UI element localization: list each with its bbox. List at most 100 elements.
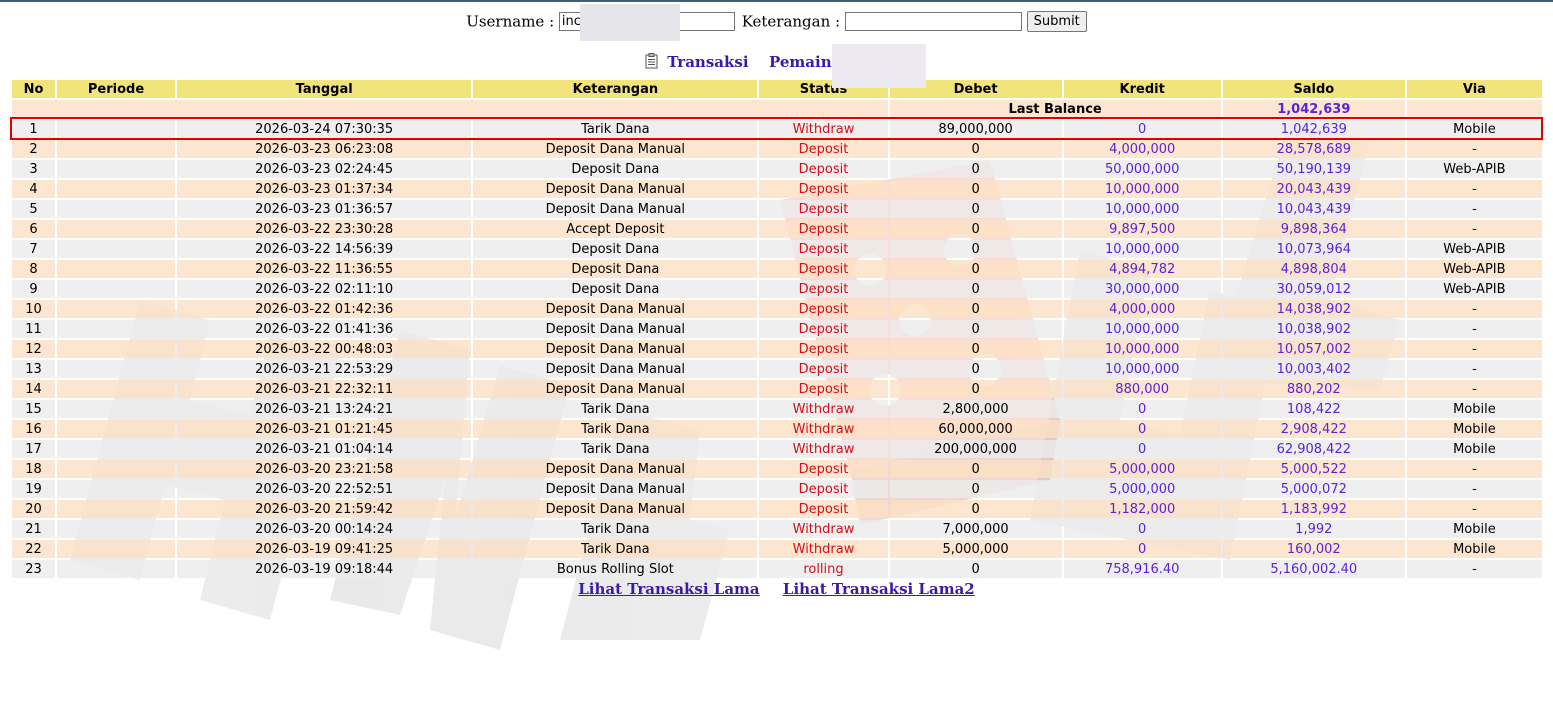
- cell-kredit: 4,000,000: [1063, 140, 1221, 158]
- table-row: 14 2026-03-21 22:32:11 Deposit Dana Manual…: [12, 380, 1542, 398]
- cell-periode: [57, 460, 176, 478]
- cell-status: Deposit: [759, 300, 888, 318]
- cell-kredit: 0: [1063, 540, 1221, 558]
- cell-periode: [57, 540, 176, 558]
- cell-periode: [57, 140, 176, 158]
- cell-via: -: [1406, 140, 1542, 158]
- cell-debet: 200,000,000: [889, 440, 1062, 458]
- cell-status: Deposit: [759, 340, 888, 358]
- cell-kredit: 758,916.40: [1063, 560, 1221, 578]
- cell-via: Web-APIB: [1406, 260, 1542, 278]
- old-transactions-2-link[interactable]: Lihat Transaksi Lama2: [783, 580, 975, 598]
- cell-debet: 0: [889, 320, 1062, 338]
- cell-kredit: 5,000,000: [1063, 480, 1221, 498]
- cell-no: 4: [12, 180, 56, 198]
- cell-status: Deposit: [759, 460, 888, 478]
- cell-saldo: 20,043,439: [1222, 180, 1405, 198]
- cell-kredit: 880,000: [1063, 380, 1221, 398]
- cell-status: Withdraw: [759, 440, 888, 458]
- cell-kredit: 0: [1063, 400, 1221, 418]
- cell-via: -: [1406, 500, 1542, 518]
- table-row: 6 2026-03-22 23:30:28 Accept Deposit Deposi…: [12, 220, 1542, 238]
- cell-keterangan: Tarik Dana: [473, 520, 758, 538]
- table-row: 10 2026-03-22 01:42:36 Deposit Dana Manual…: [12, 300, 1542, 318]
- cell-debet: 0: [889, 500, 1062, 518]
- cell-tanggal: 2026-03-22 23:30:28: [177, 220, 472, 238]
- cell-debet: 0: [889, 460, 1062, 478]
- cell-saldo: 1,992: [1222, 520, 1405, 538]
- cell-saldo: 10,003,402: [1222, 360, 1405, 378]
- table-row: 23 2026-03-19 09:18:44 Bonus Rolling Slot r…: [12, 560, 1542, 578]
- cell-debet: 0: [889, 260, 1062, 278]
- cell-keterangan: Deposit Dana Manual: [473, 320, 758, 338]
- table-row: 5 2026-03-23 01:36:57 Deposit Dana Manual D…: [12, 200, 1542, 218]
- cell-saldo: 1,183,992: [1222, 500, 1405, 518]
- highlight-box: [10, 117, 1543, 140]
- table-row: 22 2026-03-19 09:41:25 Tarik Dana Withdraw 5…: [12, 540, 1542, 558]
- cell-saldo: 5,160,002.40: [1222, 560, 1405, 578]
- cell-tanggal: 2026-03-21 01:21:45: [177, 420, 472, 438]
- cell-tanggal: 2026-03-20 22:52:51: [177, 480, 472, 498]
- cell-keterangan: Deposit Dana Manual: [473, 180, 758, 198]
- cell-tanggal: 2026-03-22 01:41:36: [177, 320, 472, 338]
- cell-kredit: 4,000,000: [1063, 300, 1221, 318]
- cell-status: Deposit: [759, 240, 888, 258]
- cell-periode: [57, 500, 176, 518]
- search-form: Username : Keterangan : Submit: [0, 11, 1553, 32]
- cell-via: -: [1406, 480, 1542, 498]
- cell-no: 22: [12, 540, 56, 558]
- cell-keterangan: Accept Deposit: [473, 220, 758, 238]
- cell-no: 7: [12, 240, 56, 258]
- cell-no: 12: [12, 340, 56, 358]
- cell-via: -: [1406, 380, 1542, 398]
- cell-status: rolling: [759, 560, 888, 578]
- last-balance-via: [1406, 100, 1542, 118]
- cell-tanggal: 2026-03-22 00:48:03: [177, 340, 472, 358]
- cell-periode: [57, 320, 176, 338]
- cell-tanggal: 2026-03-23 01:36:57: [177, 200, 472, 218]
- cell-status: Deposit: [759, 160, 888, 178]
- cell-kredit: 10,000,000: [1063, 200, 1221, 218]
- cell-periode: [57, 480, 176, 498]
- cell-saldo: 9,898,364: [1222, 220, 1405, 238]
- cell-debet: 7,000,000: [889, 520, 1062, 538]
- table-row: 3 2026-03-23 02:24:45 Deposit Dana Deposit 0…: [12, 160, 1542, 178]
- cell-kredit: 1,182,000: [1063, 500, 1221, 518]
- cell-periode: [57, 160, 176, 178]
- old-transactions-link[interactable]: Lihat Transaksi Lama: [578, 580, 759, 598]
- keterangan-input[interactable]: [844, 12, 1022, 31]
- cell-tanggal: 2026-03-21 22:53:29: [177, 360, 472, 378]
- document-icon: [645, 53, 658, 73]
- cell-periode: [57, 300, 176, 318]
- col-header-no: No: [12, 80, 56, 98]
- cell-status: Deposit: [759, 360, 888, 378]
- cell-debet: 0: [889, 160, 1062, 178]
- cell-status: Deposit: [759, 280, 888, 298]
- cell-via: Mobile: [1406, 520, 1542, 538]
- table-row: 13 2026-03-21 22:53:29 Deposit Dana Manual…: [12, 360, 1542, 378]
- cell-status: Deposit: [759, 260, 888, 278]
- cell-keterangan: Deposit Dana Manual: [473, 200, 758, 218]
- cell-kredit: 30,000,000: [1063, 280, 1221, 298]
- cell-keterangan: Tarik Dana: [473, 420, 758, 438]
- cell-no: 10: [12, 300, 56, 318]
- cell-saldo: 10,057,002: [1222, 340, 1405, 358]
- submit-button[interactable]: Submit: [1026, 11, 1087, 32]
- cell-tanggal: 2026-03-20 23:21:58: [177, 460, 472, 478]
- table-row: 20 2026-03-20 21:59:42 Deposit Dana Manual…: [12, 500, 1542, 518]
- cell-saldo: 50,190,139: [1222, 160, 1405, 178]
- cell-no: 17: [12, 440, 56, 458]
- cell-kredit: 50,000,000: [1063, 160, 1221, 178]
- cell-via: Mobile: [1406, 440, 1542, 458]
- cell-tanggal: 2026-03-23 06:23:08: [177, 140, 472, 158]
- cell-saldo: 2,908,422: [1222, 420, 1405, 438]
- cell-kredit: 9,897,500: [1063, 220, 1221, 238]
- cell-no: 13: [12, 360, 56, 378]
- cell-kredit: 0: [1063, 440, 1221, 458]
- cell-periode: [57, 380, 176, 398]
- cell-debet: 5,000,000: [889, 540, 1062, 558]
- cell-no: 3: [12, 160, 56, 178]
- cell-debet: 0: [889, 300, 1062, 318]
- cell-periode: [57, 200, 176, 218]
- cell-periode: [57, 560, 176, 578]
